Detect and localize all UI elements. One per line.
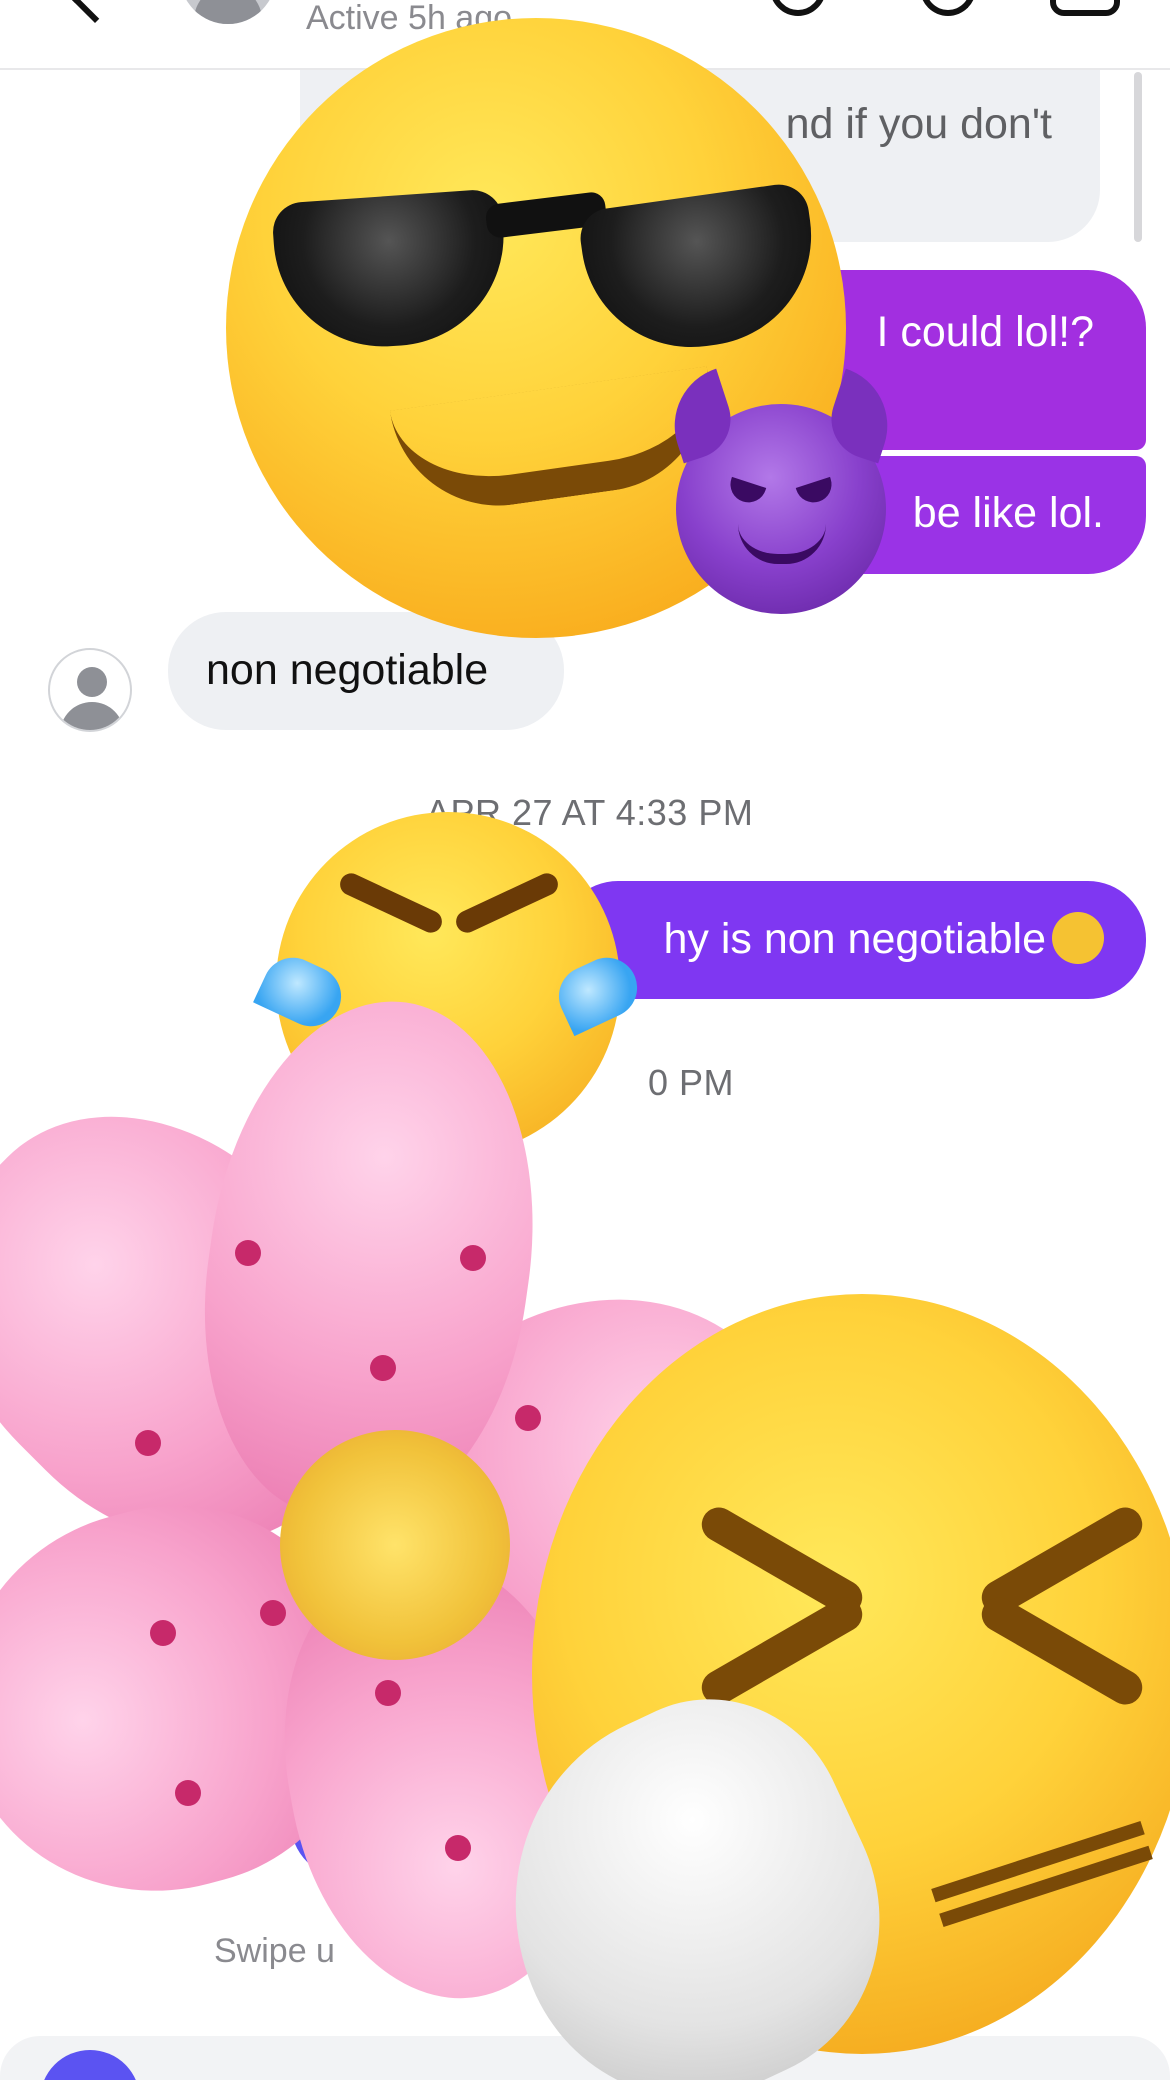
avatar[interactable] bbox=[180, 0, 276, 24]
sneezing-face-emoji bbox=[448, 1294, 1170, 2080]
phone-icon[interactable] bbox=[920, 0, 976, 16]
thinking-face-emoji bbox=[1052, 911, 1104, 964]
chevron-left-icon[interactable] bbox=[70, 0, 120, 24]
message-text: hy is non negotiable bbox=[663, 915, 1046, 963]
audio-call-icon[interactable] bbox=[770, 0, 826, 16]
video-call-icon[interactable] bbox=[1050, 0, 1120, 16]
scrollbar[interactable] bbox=[1134, 72, 1142, 242]
sender-avatar[interactable] bbox=[48, 648, 132, 732]
message-bubble-outgoing[interactable]: hy is non negotiable bbox=[560, 881, 1146, 999]
smiling-face-with-horns-emoji bbox=[659, 368, 903, 614]
